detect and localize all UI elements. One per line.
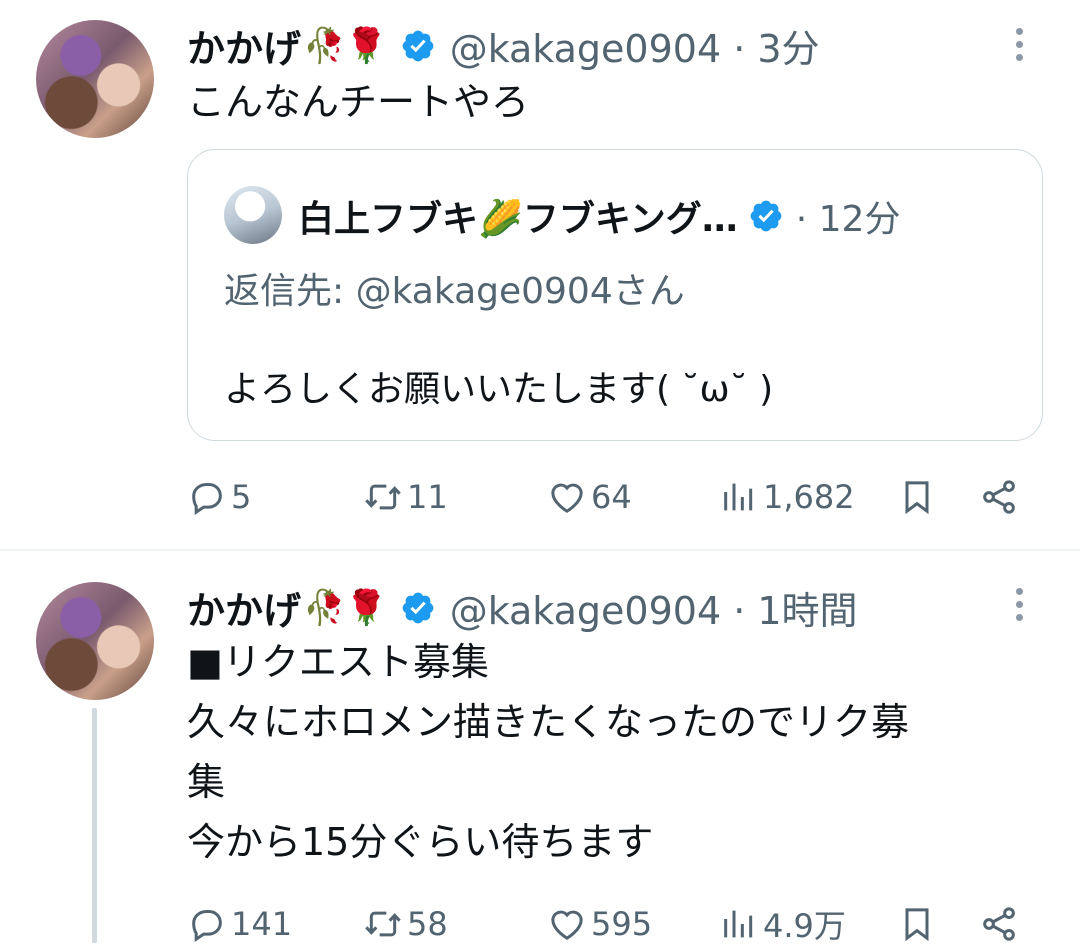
like-icon xyxy=(551,483,583,513)
like-count: 64 xyxy=(591,478,632,516)
views-button[interactable]: 4.9万 xyxy=(719,899,846,949)
display-name[interactable]: かかげ xyxy=(187,580,301,635)
retweet-button[interactable]: 58 xyxy=(363,899,448,949)
verified-badge-icon xyxy=(402,30,434,61)
tweet-1[interactable]: かかげ 🥀🌹 @kakage0904 · 3分 こんなんチートやろ 白上フブキ🌽… xyxy=(0,0,1080,549)
avatar[interactable] xyxy=(36,20,154,138)
verified-badge-icon xyxy=(750,200,782,232)
like-button[interactable]: 64 xyxy=(547,472,632,522)
views-icon xyxy=(724,483,753,511)
views-button[interactable]: 1,682 xyxy=(719,472,855,522)
tweet-text: こんなんチートやろ xyxy=(187,80,530,124)
like-count: 595 xyxy=(591,905,653,943)
handle-and-time[interactable]: @kakage0904 · 1時間 xyxy=(450,580,858,635)
handle-and-time[interactable]: @kakage0904 · 3分 xyxy=(450,18,820,73)
reply-count: 5 xyxy=(231,478,252,516)
tweet-header: かかげ 🥀🌹 @kakage0904 · 1時間 xyxy=(187,580,858,635)
quoted-header: 白上フブキ🌽フブキング… · 12分 xyxy=(298,190,900,242)
more-icon[interactable] xyxy=(1016,588,1024,621)
bookmark-button[interactable] xyxy=(897,472,937,522)
bookmark-icon xyxy=(905,481,929,515)
like-icon xyxy=(551,910,583,940)
retweet-icon xyxy=(365,911,401,937)
tweet-header: かかげ 🥀🌹 @kakage0904 · 3分 xyxy=(187,18,820,73)
verified-badge-icon xyxy=(402,592,434,623)
quoted-time: · 12分 xyxy=(795,199,901,240)
share-button[interactable] xyxy=(979,472,1019,522)
action-bar: 141 58 595 4.9万 xyxy=(187,899,1027,949)
views-count: 1,682 xyxy=(763,478,855,516)
share-icon xyxy=(983,907,1015,941)
tweet-2[interactable]: かかげ 🥀🌹 @kakage0904 · 1時間 ■リクエスト募集 久々にホロメ… xyxy=(0,550,1080,945)
reply-count: 141 xyxy=(231,905,293,943)
retweet-count: 58 xyxy=(407,905,448,943)
share-button[interactable] xyxy=(979,899,1019,949)
avatar[interactable] xyxy=(36,582,154,700)
more-icon[interactable] xyxy=(1016,28,1024,61)
bookmark-icon xyxy=(905,908,929,942)
reply-button[interactable]: 141 xyxy=(187,899,292,949)
retweet-button[interactable]: 11 xyxy=(363,472,448,522)
reply-icon xyxy=(192,483,222,515)
display-name[interactable]: かかげ xyxy=(187,18,301,73)
views-icon xyxy=(724,910,753,938)
reply-button[interactable]: 5 xyxy=(187,472,251,522)
quoted-display-name: 白上フブキ🌽フブキング… xyxy=(298,199,738,240)
views-count: 4.9万 xyxy=(763,907,846,945)
retweet-count: 11 xyxy=(407,478,448,516)
name-emoji: 🥀🌹 xyxy=(303,25,388,66)
reply-to-label: 返信先: @kakage0904さん xyxy=(224,271,685,312)
reply-icon xyxy=(192,910,222,942)
like-button[interactable]: 595 xyxy=(547,899,652,949)
retweet-icon xyxy=(365,484,401,510)
quoted-text: よろしくお願いいたします( ˘ω˘ ) xyxy=(224,369,774,410)
name-emoji: 🥀🌹 xyxy=(303,587,388,628)
action-bar: 5 11 64 1,682 xyxy=(187,472,1027,522)
quoted-tweet[interactable]: 白上フブキ🌽フブキング… · 12分 返信先: @kakage0904さん よろ… xyxy=(187,149,1043,441)
thread-connector xyxy=(92,708,97,943)
share-icon xyxy=(983,480,1015,514)
tweet-text: ■リクエスト募集 久々にホロメン描きたくなったのでリク募 集 今から15分ぐらい… xyxy=(187,640,910,864)
quoted-avatar xyxy=(224,186,282,244)
bookmark-button[interactable] xyxy=(897,899,937,949)
